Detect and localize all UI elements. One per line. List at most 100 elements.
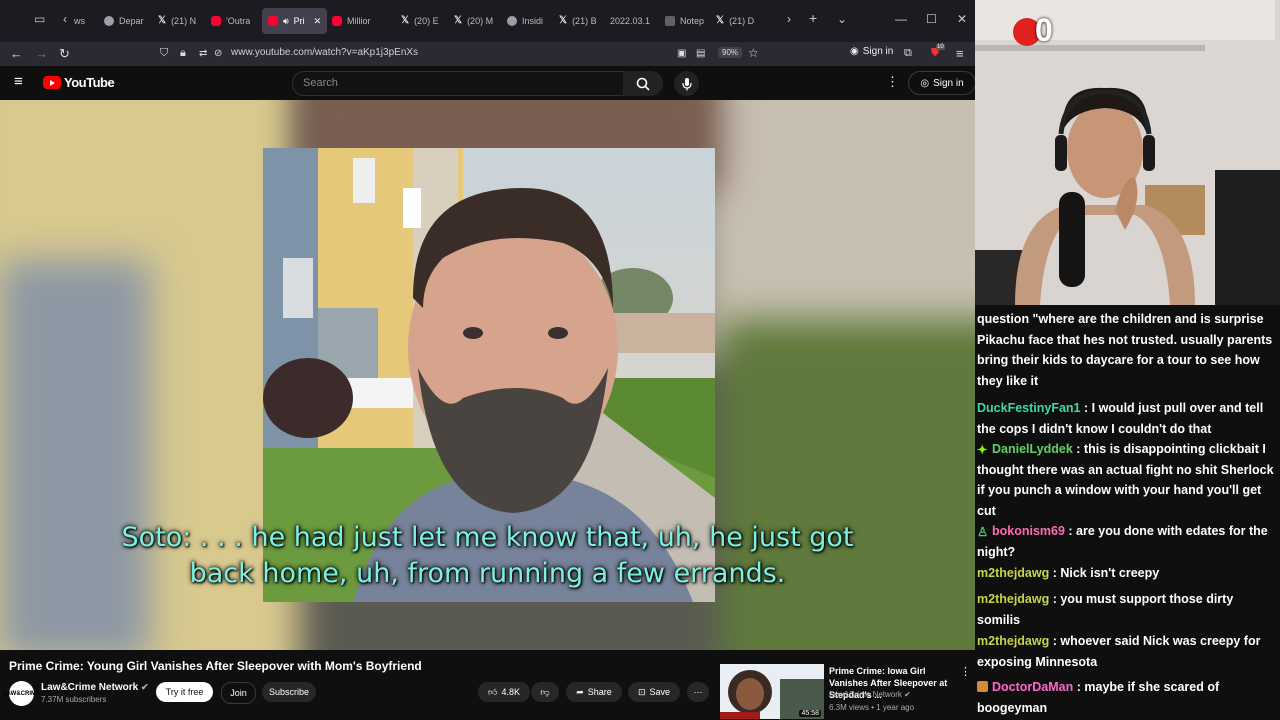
- tabs-scroll-right-icon[interactable]: ›: [787, 12, 791, 26]
- chat-message: ♙ bokonism69 : are you done with edates f…: [977, 521, 1279, 562]
- subscribe-button[interactable]: Subscribe: [262, 682, 316, 702]
- permissions-icon[interactable]: ⇄: [199, 48, 207, 59]
- shield-icon[interactable]: ⛉: [160, 47, 168, 60]
- chat-username[interactable]: DoctorDaMan: [992, 680, 1073, 694]
- browser-tab[interactable]: Millior: [332, 8, 371, 34]
- browser-tab[interactable]: 𝕏 (21) N: [158, 8, 196, 34]
- menu-hamburger-icon[interactable]: ≡: [956, 46, 964, 61]
- join-button[interactable]: Join: [221, 682, 256, 704]
- more-options-icon[interactable]: ⋮: [886, 74, 899, 90]
- chat-username[interactable]: m2thejdawg: [977, 634, 1049, 648]
- more-actions-button[interactable]: ⋯: [687, 682, 709, 702]
- chat-username[interactable]: DanielLyddek: [992, 442, 1073, 456]
- browser-tab-label: Millior: [347, 16, 371, 26]
- channel-name[interactable]: Law&Crime Network ✔: [41, 682, 149, 693]
- browser-tab-label: (21) D: [729, 16, 755, 26]
- back-icon[interactable]: ←: [10, 46, 23, 61]
- more-horizontal-icon: ⋯: [693, 686, 703, 697]
- browser-tab[interactable]: 'Outra: [211, 8, 250, 34]
- thumbs-down-icon: 👎︎: [540, 686, 550, 697]
- recommended-channel-name: Law&Crime Network: [829, 690, 902, 699]
- browser-tab[interactable]: Notep: [665, 8, 704, 34]
- browser-tab-label: Insidi: [522, 16, 544, 26]
- share-button[interactable]: ➦ Share: [566, 682, 622, 702]
- search-button[interactable]: [623, 71, 663, 96]
- bookmark-star-icon[interactable]: ☆: [748, 46, 759, 60]
- lock-icon[interactable]: 🔒︎: [180, 47, 186, 60]
- thumbs-up-icon: 👍︎: [488, 686, 498, 697]
- extensions-icon[interactable]: ⧉: [904, 47, 912, 60]
- browser-tab[interactable]: 𝕏 (21) B: [559, 8, 597, 34]
- browser-tab-label: 'Outra: [226, 16, 251, 26]
- share-arrow-icon: ➦: [576, 686, 584, 697]
- video-caption: Soto: . . . he had just let me know that…: [0, 520, 975, 592]
- account-circle-icon: ◎: [920, 77, 930, 89]
- reader-view-icon[interactable]: ▤: [696, 48, 705, 59]
- account-icon: ◉: [850, 46, 859, 57]
- channel-avatar[interactable]: LAW&CRIME: [3, 681, 40, 706]
- chat-username[interactable]: m2thejdawg: [977, 592, 1049, 606]
- forward-icon[interactable]: →: [35, 46, 48, 61]
- browser-tab-label: ws: [74, 16, 85, 26]
- browser-tab[interactable]: 🔊︎ Pri ✕: [262, 8, 328, 34]
- chat-message: question "where are the children and is …: [977, 309, 1279, 391]
- tab-list-icon[interactable]: ▭: [34, 12, 45, 26]
- chat-separator: :: [1049, 592, 1061, 606]
- stream-counter: 0: [1035, 12, 1053, 48]
- maximize-window-icon[interactable]: ☐: [926, 12, 937, 26]
- browser-sign-in-button[interactable]: ◉ Sign in: [850, 46, 893, 57]
- browser-tab[interactable]: 𝕏 (21) D: [716, 8, 754, 34]
- browser-tab-label: (21) N: [171, 16, 197, 26]
- like-button[interactable]: 👍︎ 4.8K: [478, 682, 530, 702]
- speaker-icon[interactable]: 🔊︎: [283, 16, 289, 27]
- close-window-icon[interactable]: ✕: [957, 12, 967, 26]
- close-tab-icon[interactable]: ✕: [314, 16, 322, 27]
- chat-message: DoctorDaMan : maybe if she scared of boo…: [977, 677, 1279, 718]
- chat-username[interactable]: bokonism69: [992, 524, 1065, 538]
- browser-tab[interactable]: ws: [74, 8, 85, 34]
- minimize-window-icon[interactable]: —: [895, 12, 907, 26]
- guide-menu-icon[interactable]: ≡: [14, 73, 23, 90]
- x-favicon-icon: 𝕏: [559, 15, 568, 26]
- new-tab-icon[interactable]: +: [809, 10, 817, 26]
- youtube-favicon-icon: [332, 16, 342, 26]
- voice-search-button[interactable]: [674, 71, 699, 96]
- youtube-sign-in-label: Sign in: [933, 77, 964, 89]
- chat-separator: :: [1049, 566, 1061, 580]
- sparkle-badge-icon: ✦: [977, 443, 988, 457]
- browser-tab[interactable]: 𝕏 (20) M: [454, 8, 493, 34]
- chat-username[interactable]: DuckFestinyFan1: [977, 401, 1081, 415]
- caption-line-1: Soto: . . . he had just let me know that…: [121, 522, 854, 553]
- recommended-more-icon[interactable]: ⋮: [960, 665, 971, 678]
- picture-in-picture-icon[interactable]: ▣: [677, 48, 686, 59]
- chat-message: m2thejdawg : you must support those dirt…: [977, 589, 1279, 630]
- microphone-icon: [681, 77, 692, 90]
- chat-separator: :: [1073, 680, 1085, 694]
- try-it-free-button[interactable]: Try it free: [156, 682, 213, 702]
- like-count: 4.8K: [501, 687, 520, 697]
- save-button[interactable]: ⊡ Save: [628, 682, 680, 702]
- zoom-level-badge[interactable]: 90%: [718, 47, 743, 58]
- tab-overflow-chevron-icon[interactable]: ⌄: [837, 12, 847, 26]
- browser-tab[interactable]: Depar: [104, 8, 144, 34]
- search-icon: [636, 77, 650, 91]
- url-field[interactable]: www.youtube.com/watch?v=aKp1j3pEnXs: [231, 47, 418, 58]
- youtube-logo[interactable]: YouTube: [43, 75, 115, 90]
- reload-icon[interactable]: ↻: [59, 46, 70, 62]
- chat-separator: :: [1072, 442, 1084, 456]
- search-input[interactable]: [293, 72, 603, 93]
- browser-sign-in-label: Sign in: [862, 46, 894, 57]
- browser-tab[interactable]: 𝕏 (20) E: [401, 8, 439, 34]
- recommended-video-thumbnail[interactable]: 45:58: [720, 664, 824, 719]
- tabs-scroll-left-icon[interactable]: ‹: [63, 12, 67, 26]
- video-player[interactable]: Soto: . . . he had just let me know that…: [0, 100, 975, 650]
- youtube-sign-in-button[interactable]: ◎ Sign in: [908, 71, 976, 95]
- browser-tab[interactable]: Insidi: [507, 8, 543, 34]
- chat-username[interactable]: m2thejdawg: [977, 566, 1049, 580]
- camera-blocked-icon[interactable]: ⊘: [214, 48, 222, 59]
- dislike-button[interactable]: 👎︎: [531, 682, 559, 702]
- channel-name-text: Law&Crime Network: [41, 682, 139, 693]
- browser-tab-label: Pri: [293, 16, 305, 26]
- browser-tab[interactable]: 2022.03.1: [610, 8, 650, 34]
- browser-tab-label: Notep: [680, 16, 705, 26]
